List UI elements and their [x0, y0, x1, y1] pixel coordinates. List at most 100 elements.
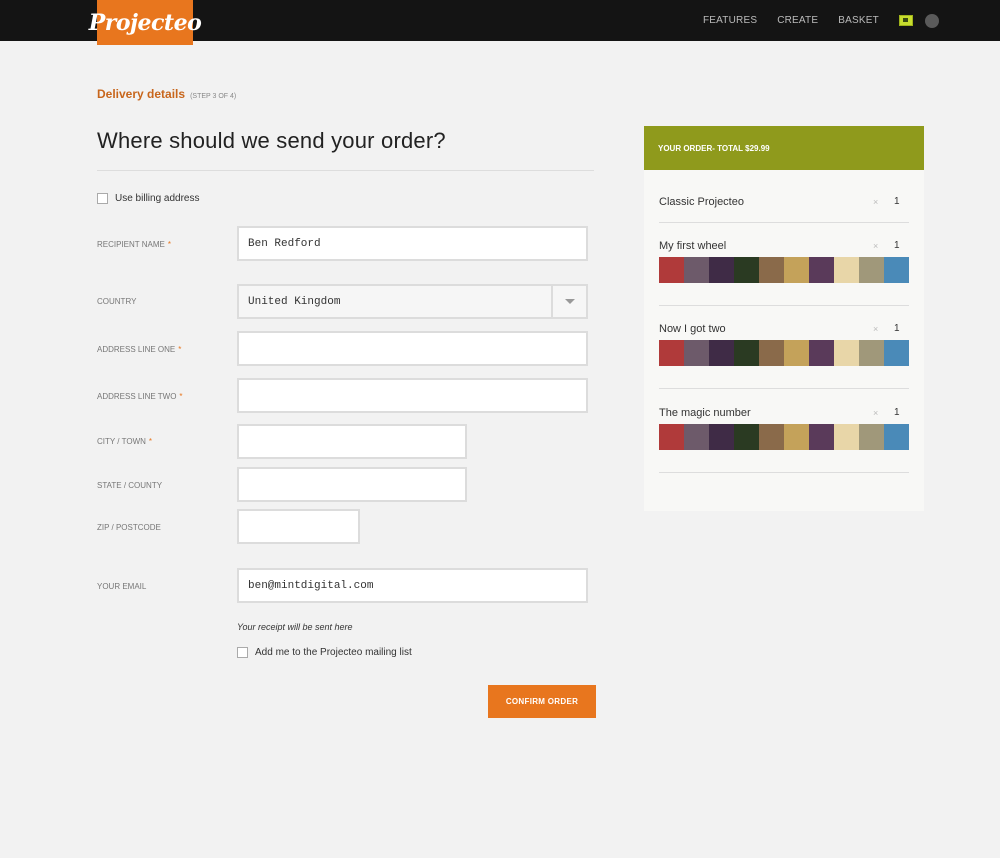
step-indicator: Delivery details (STEP 3 OF 4) — [97, 87, 236, 101]
order-summary-header: YOUR ORDER - TOTAL $29.99 — [644, 126, 924, 170]
confirm-order-button[interactable]: CONFIRM ORDER — [488, 685, 596, 718]
order-summary-panel: YOUR ORDER - TOTAL $29.99 Classic Projec… — [644, 126, 924, 511]
nav-features[interactable]: FEATURES — [703, 15, 757, 26]
order-item-name: My first wheel — [659, 240, 727, 252]
photo-thumbnail — [759, 257, 784, 283]
nav-basket[interactable]: BASKET — [838, 15, 879, 26]
photo-thumbnail — [659, 424, 684, 450]
projecteo-logo[interactable]: Projecteo — [89, 0, 202, 45]
order-header-label: YOUR ORDER — [658, 143, 713, 153]
photo-thumbnail-strip — [659, 340, 909, 366]
order-item-quantity: 1 — [894, 323, 900, 334]
chevron-down-icon[interactable] — [551, 286, 586, 317]
photo-thumbnail — [809, 340, 834, 366]
photo-thumbnail — [884, 340, 909, 366]
photo-thumbnail — [659, 257, 684, 283]
photo-thumbnail — [709, 340, 734, 366]
mailing-list-label: Add me to the Projecteo mailing list — [255, 647, 412, 658]
city-town-label: CITY / TOWN * — [97, 437, 152, 446]
photo-thumbnail — [834, 340, 859, 366]
order-item-quantity: 1 — [894, 407, 900, 418]
step-title: Delivery details — [97, 87, 186, 101]
photo-thumbnail — [884, 424, 909, 450]
photo-thumbnail-strip — [659, 257, 909, 283]
page-title: Where should we send your order? — [97, 128, 446, 153]
billing-address-label: Use billing address — [115, 193, 200, 204]
state-county-label: STATE / COUNTY — [97, 481, 163, 490]
nav-create[interactable]: CREATE — [777, 15, 818, 26]
photo-thumbnail — [809, 424, 834, 450]
photo-thumbnail — [834, 257, 859, 283]
mailing-list-option[interactable]: Add me to the Projecteo mailing list — [237, 647, 412, 658]
photo-thumbnail — [734, 424, 759, 450]
order-item-name: The magic number — [659, 407, 751, 419]
photo-thumbnail — [759, 424, 784, 450]
photo-thumbnail-strip — [659, 424, 909, 450]
photo-thumbnail — [784, 340, 809, 366]
required-marker: * — [178, 345, 182, 354]
divider — [659, 388, 909, 389]
receipt-note: Your receipt will be sent here — [237, 622, 353, 632]
step-number: (STEP 3 OF 4) — [190, 93, 237, 100]
photo-thumbnail — [734, 257, 759, 283]
zip-postcode-input[interactable] — [237, 509, 360, 544]
required-marker: * — [179, 392, 183, 401]
country-selected-value: United Kingdom — [248, 295, 341, 308]
address-line-one-label-text: ADDRESS LINE ONE — [97, 345, 176, 354]
address-line-one-label: ADDRESS LINE ONE * — [97, 345, 181, 354]
photo-thumbnail — [884, 257, 909, 283]
remove-item-icon[interactable]: × — [873, 324, 878, 334]
divider — [659, 472, 909, 473]
photo-thumbnail — [684, 340, 709, 366]
mailing-list-checkbox[interactable] — [237, 647, 248, 658]
email-input[interactable]: ben@mintdigital.com — [237, 568, 588, 603]
photo-thumbnail — [684, 424, 709, 450]
city-town-label-text: CITY / TOWN — [97, 437, 146, 446]
photo-thumbnail — [709, 257, 734, 283]
city-town-input[interactable] — [237, 424, 467, 459]
order-total: - TOTAL $29.99 — [712, 143, 770, 153]
photo-icon[interactable] — [898, 15, 913, 26]
address-line-one-input[interactable] — [237, 331, 588, 366]
photo-thumbnail — [859, 340, 884, 366]
divider — [97, 170, 594, 171]
remove-item-icon[interactable]: × — [873, 408, 878, 418]
zip-postcode-label: ZIP / POSTCODE — [97, 523, 161, 532]
photo-thumbnail — [809, 257, 834, 283]
email-label: YOUR EMAIL — [97, 582, 147, 591]
required-marker: * — [148, 437, 153, 446]
order-item-name: Classic Projecteo — [659, 196, 744, 208]
billing-address-checkbox[interactable] — [97, 193, 108, 204]
photo-thumbnail — [859, 257, 884, 283]
photo-thumbnail — [784, 424, 809, 450]
billing-address-option[interactable]: Use billing address — [97, 193, 200, 204]
photo-thumbnail — [859, 424, 884, 450]
user-avatar[interactable] — [924, 13, 939, 28]
top-navigation-bar: Projecteo FEATURES CREATE BASKET — [0, 0, 1000, 45]
photo-thumbnail — [659, 340, 684, 366]
photo-thumbnail — [734, 340, 759, 366]
country-select[interactable]: United Kingdom — [237, 284, 588, 319]
order-item-quantity: 1 — [894, 196, 900, 207]
order-item-quantity: 1 — [894, 240, 900, 251]
recipient-name-label-text: RECIPIENT NAME — [97, 240, 165, 249]
photo-thumbnail — [759, 340, 784, 366]
photo-thumbnail — [834, 424, 859, 450]
recipient-name-input[interactable]: Ben Redford — [237, 226, 588, 261]
address-line-two-label: ADDRESS LINE TWO * — [97, 392, 183, 401]
remove-item-icon[interactable]: × — [873, 197, 878, 207]
order-item-name: Now I got two — [659, 323, 726, 335]
photo-thumbnail — [709, 424, 734, 450]
photo-thumbnail — [684, 257, 709, 283]
main-nav: FEATURES CREATE BASKET — [683, 0, 939, 41]
address-line-two-input[interactable] — [237, 378, 588, 413]
divider — [659, 305, 909, 306]
address-line-two-label-text: ADDRESS LINE TWO — [97, 392, 177, 401]
country-label: COUNTRY — [97, 297, 137, 306]
recipient-name-label: RECIPIENT NAME * — [97, 240, 171, 249]
divider — [659, 222, 909, 223]
state-county-input[interactable] — [237, 467, 467, 502]
remove-item-icon[interactable]: × — [873, 241, 878, 251]
photo-thumbnail — [784, 257, 809, 283]
required-marker: * — [167, 240, 171, 249]
